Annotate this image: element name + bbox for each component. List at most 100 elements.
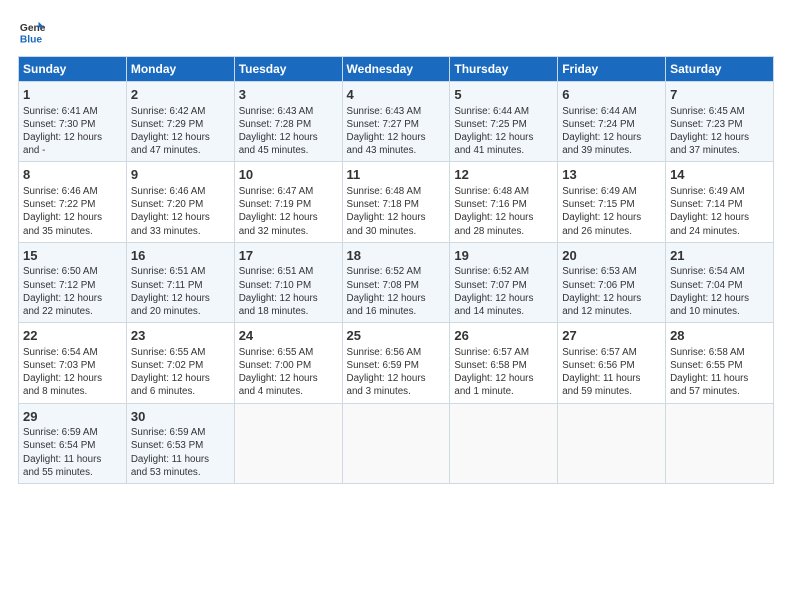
- day-info: Sunrise: 6:51 AMSunset: 7:10 PMDaylight:…: [239, 265, 338, 318]
- day-number: 10: [239, 166, 338, 184]
- calendar-cell: 30Sunrise: 6:59 AMSunset: 6:53 PMDayligh…: [126, 403, 234, 483]
- day-header-saturday: Saturday: [666, 57, 774, 82]
- day-info: Sunrise: 6:48 AMSunset: 7:16 PMDaylight:…: [454, 185, 553, 238]
- calendar-cell: 6Sunrise: 6:44 AMSunset: 7:24 PMDaylight…: [558, 82, 666, 162]
- calendar-cell: 7Sunrise: 6:45 AMSunset: 7:23 PMDaylight…: [666, 82, 774, 162]
- calendar-body: 1Sunrise: 6:41 AMSunset: 7:30 PMDaylight…: [19, 82, 774, 484]
- day-info: Sunrise: 6:43 AMSunset: 7:27 PMDaylight:…: [347, 105, 446, 158]
- calendar-cell: 21Sunrise: 6:54 AMSunset: 7:04 PMDayligh…: [666, 242, 774, 322]
- calendar-week-1: 8Sunrise: 6:46 AMSunset: 7:22 PMDaylight…: [19, 162, 774, 242]
- calendar-cell: 2Sunrise: 6:42 AMSunset: 7:29 PMDaylight…: [126, 82, 234, 162]
- header: General Blue: [18, 18, 774, 46]
- calendar-cell: 22Sunrise: 6:54 AMSunset: 7:03 PMDayligh…: [19, 323, 127, 403]
- day-header-thursday: Thursday: [450, 57, 558, 82]
- day-number: 25: [347, 327, 446, 345]
- day-number: 4: [347, 86, 446, 104]
- calendar-cell: [450, 403, 558, 483]
- day-info: Sunrise: 6:51 AMSunset: 7:11 PMDaylight:…: [131, 265, 230, 318]
- day-number: 3: [239, 86, 338, 104]
- calendar-cell: 20Sunrise: 6:53 AMSunset: 7:06 PMDayligh…: [558, 242, 666, 322]
- day-number: 23: [131, 327, 230, 345]
- calendar-cell: 4Sunrise: 6:43 AMSunset: 7:27 PMDaylight…: [342, 82, 450, 162]
- calendar-cell: 10Sunrise: 6:47 AMSunset: 7:19 PMDayligh…: [234, 162, 342, 242]
- day-number: 29: [23, 408, 122, 426]
- day-number: 5: [454, 86, 553, 104]
- day-info: Sunrise: 6:46 AMSunset: 7:22 PMDaylight:…: [23, 185, 122, 238]
- day-number: 18: [347, 247, 446, 265]
- day-number: 19: [454, 247, 553, 265]
- calendar-cell: 8Sunrise: 6:46 AMSunset: 7:22 PMDaylight…: [19, 162, 127, 242]
- day-number: 1: [23, 86, 122, 104]
- day-info: Sunrise: 6:49 AMSunset: 7:14 PMDaylight:…: [670, 185, 769, 238]
- day-info: Sunrise: 6:57 AMSunset: 6:56 PMDaylight:…: [562, 346, 661, 399]
- day-number: 12: [454, 166, 553, 184]
- day-number: 14: [670, 166, 769, 184]
- day-header-monday: Monday: [126, 57, 234, 82]
- calendar-cell: 1Sunrise: 6:41 AMSunset: 7:30 PMDaylight…: [19, 82, 127, 162]
- day-number: 30: [131, 408, 230, 426]
- calendar-cell: [666, 403, 774, 483]
- day-header-tuesday: Tuesday: [234, 57, 342, 82]
- day-info: Sunrise: 6:50 AMSunset: 7:12 PMDaylight:…: [23, 265, 122, 318]
- day-number: 15: [23, 247, 122, 265]
- calendar-cell: 28Sunrise: 6:58 AMSunset: 6:55 PMDayligh…: [666, 323, 774, 403]
- logo-icon: General Blue: [18, 18, 46, 46]
- day-number: 6: [562, 86, 661, 104]
- day-info: Sunrise: 6:41 AMSunset: 7:30 PMDaylight:…: [23, 105, 122, 158]
- calendar-cell: 19Sunrise: 6:52 AMSunset: 7:07 PMDayligh…: [450, 242, 558, 322]
- day-info: Sunrise: 6:55 AMSunset: 7:00 PMDaylight:…: [239, 346, 338, 399]
- day-info: Sunrise: 6:52 AMSunset: 7:08 PMDaylight:…: [347, 265, 446, 318]
- day-info: Sunrise: 6:44 AMSunset: 7:25 PMDaylight:…: [454, 105, 553, 158]
- calendar-cell: 9Sunrise: 6:46 AMSunset: 7:20 PMDaylight…: [126, 162, 234, 242]
- day-info: Sunrise: 6:42 AMSunset: 7:29 PMDaylight:…: [131, 105, 230, 158]
- calendar-cell: 17Sunrise: 6:51 AMSunset: 7:10 PMDayligh…: [234, 242, 342, 322]
- day-number: 9: [131, 166, 230, 184]
- day-number: 13: [562, 166, 661, 184]
- calendar-week-0: 1Sunrise: 6:41 AMSunset: 7:30 PMDaylight…: [19, 82, 774, 162]
- day-number: 22: [23, 327, 122, 345]
- svg-text:Blue: Blue: [20, 34, 43, 45]
- calendar-cell: 27Sunrise: 6:57 AMSunset: 6:56 PMDayligh…: [558, 323, 666, 403]
- day-info: Sunrise: 6:46 AMSunset: 7:20 PMDaylight:…: [131, 185, 230, 238]
- day-number: 28: [670, 327, 769, 345]
- day-info: Sunrise: 6:47 AMSunset: 7:19 PMDaylight:…: [239, 185, 338, 238]
- calendar-cell: 12Sunrise: 6:48 AMSunset: 7:16 PMDayligh…: [450, 162, 558, 242]
- day-info: Sunrise: 6:49 AMSunset: 7:15 PMDaylight:…: [562, 185, 661, 238]
- day-info: Sunrise: 6:43 AMSunset: 7:28 PMDaylight:…: [239, 105, 338, 158]
- day-number: 26: [454, 327, 553, 345]
- day-number: 7: [670, 86, 769, 104]
- day-number: 2: [131, 86, 230, 104]
- day-header-wednesday: Wednesday: [342, 57, 450, 82]
- day-info: Sunrise: 6:56 AMSunset: 6:59 PMDaylight:…: [347, 346, 446, 399]
- calendar-week-3: 22Sunrise: 6:54 AMSunset: 7:03 PMDayligh…: [19, 323, 774, 403]
- day-info: Sunrise: 6:54 AMSunset: 7:03 PMDaylight:…: [23, 346, 122, 399]
- calendar-cell: 5Sunrise: 6:44 AMSunset: 7:25 PMDaylight…: [450, 82, 558, 162]
- day-info: Sunrise: 6:44 AMSunset: 7:24 PMDaylight:…: [562, 105, 661, 158]
- calendar-table: SundayMondayTuesdayWednesdayThursdayFrid…: [18, 56, 774, 484]
- day-number: 11: [347, 166, 446, 184]
- calendar-cell: 25Sunrise: 6:56 AMSunset: 6:59 PMDayligh…: [342, 323, 450, 403]
- day-info: Sunrise: 6:59 AMSunset: 6:53 PMDaylight:…: [131, 426, 230, 479]
- day-info: Sunrise: 6:48 AMSunset: 7:18 PMDaylight:…: [347, 185, 446, 238]
- day-number: 24: [239, 327, 338, 345]
- day-info: Sunrise: 6:54 AMSunset: 7:04 PMDaylight:…: [670, 265, 769, 318]
- day-info: Sunrise: 6:53 AMSunset: 7:06 PMDaylight:…: [562, 265, 661, 318]
- day-info: Sunrise: 6:58 AMSunset: 6:55 PMDaylight:…: [670, 346, 769, 399]
- calendar-cell: 16Sunrise: 6:51 AMSunset: 7:11 PMDayligh…: [126, 242, 234, 322]
- day-number: 20: [562, 247, 661, 265]
- day-info: Sunrise: 6:59 AMSunset: 6:54 PMDaylight:…: [23, 426, 122, 479]
- calendar-cell: 13Sunrise: 6:49 AMSunset: 7:15 PMDayligh…: [558, 162, 666, 242]
- calendar-cell: 26Sunrise: 6:57 AMSunset: 6:58 PMDayligh…: [450, 323, 558, 403]
- calendar-cell: 24Sunrise: 6:55 AMSunset: 7:00 PMDayligh…: [234, 323, 342, 403]
- day-info: Sunrise: 6:45 AMSunset: 7:23 PMDaylight:…: [670, 105, 769, 158]
- calendar-cell: [234, 403, 342, 483]
- calendar-cell: 14Sunrise: 6:49 AMSunset: 7:14 PMDayligh…: [666, 162, 774, 242]
- calendar-cell: 3Sunrise: 6:43 AMSunset: 7:28 PMDaylight…: [234, 82, 342, 162]
- calendar-week-2: 15Sunrise: 6:50 AMSunset: 7:12 PMDayligh…: [19, 242, 774, 322]
- calendar-header-row: SundayMondayTuesdayWednesdayThursdayFrid…: [19, 57, 774, 82]
- calendar-cell: 15Sunrise: 6:50 AMSunset: 7:12 PMDayligh…: [19, 242, 127, 322]
- calendar-cell: 11Sunrise: 6:48 AMSunset: 7:18 PMDayligh…: [342, 162, 450, 242]
- calendar-cell: 23Sunrise: 6:55 AMSunset: 7:02 PMDayligh…: [126, 323, 234, 403]
- calendar-cell: [558, 403, 666, 483]
- day-number: 17: [239, 247, 338, 265]
